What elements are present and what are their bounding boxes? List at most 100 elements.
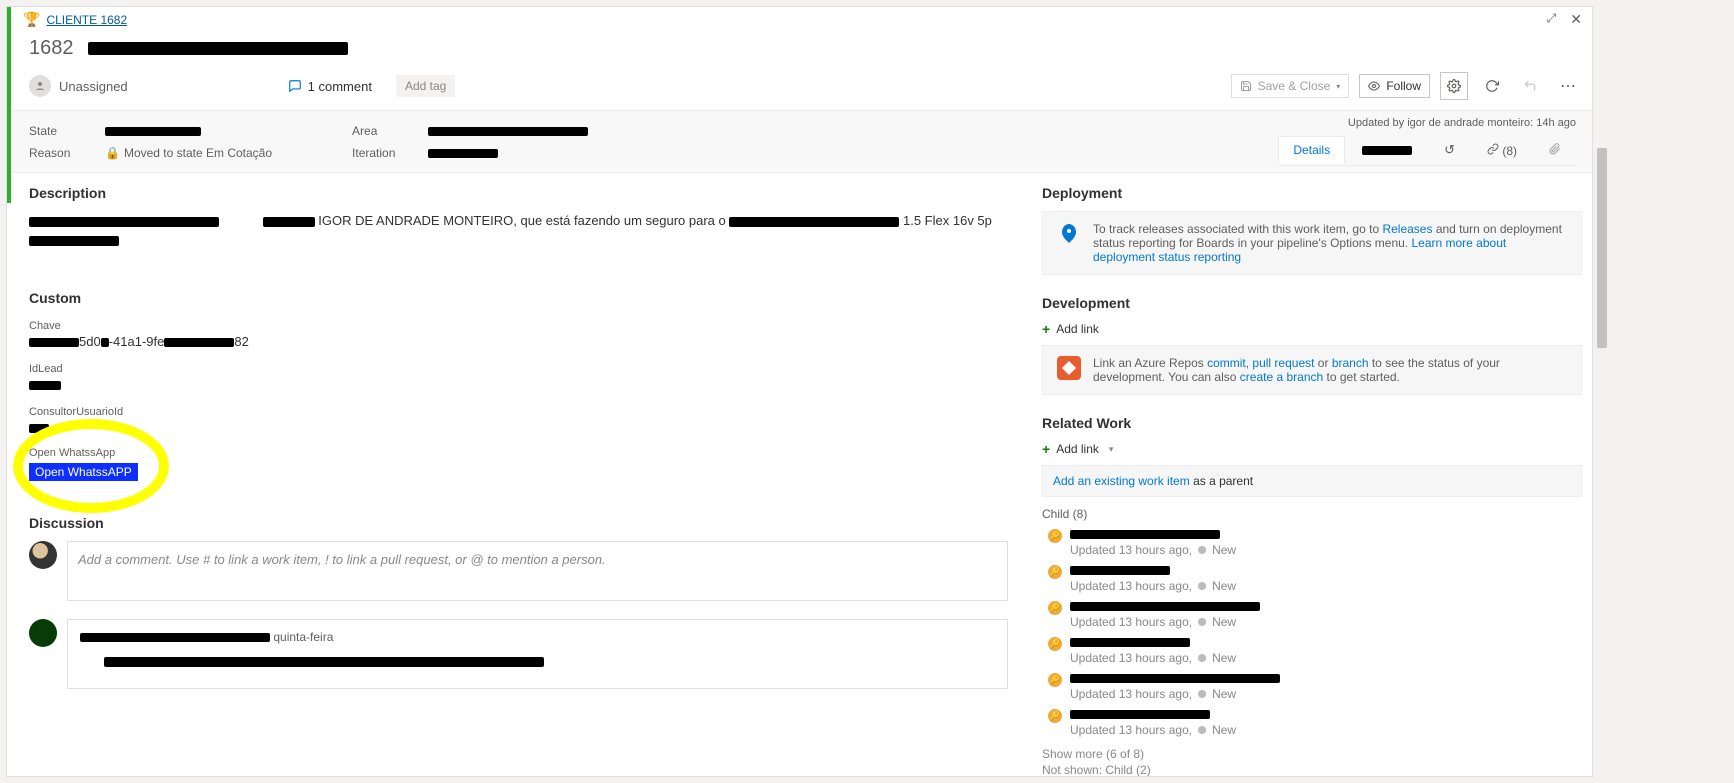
discussion-entry: quinta-feira: [29, 619, 1008, 689]
title-row: 1682: [7, 31, 1592, 68]
comment-timestamp: quinta-feira: [273, 630, 333, 644]
revert-button[interactable]: [1516, 72, 1544, 100]
child-subtitle: Updated 13 hours ago, New: [1070, 687, 1280, 701]
dev-text-3: to get started.: [1323, 370, 1400, 384]
comments-count: 1 comment: [308, 79, 372, 94]
development-heading: Development: [1042, 295, 1582, 311]
header-meta-row: Unassigned 1 comment Add tag Save & Clos…: [7, 68, 1592, 110]
main-column: Description IGOR DE ANDRADE MONTEIRO, qu…: [7, 173, 1032, 776]
comment-icon: [288, 79, 302, 93]
tab-attachments[interactable]: [1534, 136, 1576, 165]
development-panel: Link an Azure Repos commit, pull request…: [1042, 345, 1582, 395]
area-label: Area: [352, 124, 404, 138]
save-close-label: Save & Close: [1258, 79, 1331, 93]
deployment-text-1: To track releases associated with this w…: [1093, 222, 1382, 236]
child-subtitle: Updated 13 hours ago, New: [1070, 543, 1236, 557]
idlead-value[interactable]: [29, 377, 1008, 392]
more-actions-button[interactable]: ⋯: [1554, 72, 1582, 100]
state-label: State: [29, 124, 81, 138]
iteration-label: Iteration: [352, 146, 404, 160]
commit-link[interactable]: commit: [1207, 356, 1246, 370]
description-fragment-1: IGOR DE ANDRADE MONTEIRO, que está fazen…: [318, 213, 726, 228]
state-field[interactable]: State: [29, 124, 272, 138]
consultor-label: ConsultorUsuarioId: [29, 406, 1008, 418]
child-title[interactable]: [1070, 635, 1236, 649]
related-add-link[interactable]: + Add link ▾: [1042, 441, 1582, 457]
child-item[interactable]: 🔑 Updated 13 hours ago, New: [1042, 635, 1582, 665]
discussion-new-comment: Add a comment. Use # to link a work item…: [29, 541, 1008, 601]
reason-value: 🔒Moved to state Em Cotação: [105, 146, 272, 160]
show-more-link[interactable]: Show more (6 of 8): [1042, 747, 1582, 761]
child-subtitle: Updated 13 hours ago, New: [1070, 651, 1236, 665]
area-field[interactable]: Area: [352, 124, 588, 138]
area-value: [428, 124, 588, 138]
branch-link[interactable]: branch: [1332, 356, 1369, 370]
key-icon: 🔑: [1048, 601, 1062, 615]
tab-links[interactable]: (8): [1472, 136, 1532, 165]
chevron-down-icon: ▾: [1109, 444, 1114, 455]
iteration-field[interactable]: Iteration: [352, 146, 588, 160]
tab-details[interactable]: Details: [1278, 136, 1345, 164]
child-item[interactable]: 🔑Updated 13 hours ago, New: [1042, 527, 1582, 557]
child-item[interactable]: 🔑Updated 13 hours ago, New: [1042, 671, 1582, 701]
releases-link[interactable]: Releases: [1382, 222, 1432, 236]
refresh-button[interactable]: [1478, 72, 1506, 100]
scrollbar[interactable]: [1595, 148, 1609, 777]
child-item[interactable]: 🔑Updated 13 hours ago, New: [1042, 599, 1582, 629]
key-icon: 🔑: [1048, 637, 1062, 651]
addlink-label: Add link: [1056, 442, 1099, 456]
tab-history[interactable]: ↺: [1429, 135, 1470, 165]
comment-input[interactable]: Add a comment. Use # to link a work item…: [67, 541, 1008, 601]
child-title[interactable]: [1070, 563, 1236, 577]
openwa-label: Open WhatssApp: [29, 447, 169, 459]
comments-link[interactable]: 1 comment: [288, 79, 372, 94]
deployment-panel: To track releases associated with this w…: [1042, 211, 1582, 275]
add-existing-parent-link[interactable]: Add an existing work item: [1053, 474, 1190, 488]
chevron-down-icon: ▾: [1336, 82, 1340, 91]
child-item[interactable]: 🔑Updated 13 hours ago, New: [1042, 707, 1582, 737]
consultor-value[interactable]: [29, 420, 1008, 435]
add-tag-button[interactable]: Add tag: [396, 75, 455, 97]
child-title[interactable]: [1070, 707, 1236, 721]
breadcrumb-link[interactable]: CLIENTE 1682: [46, 13, 127, 27]
classification-bar: State Reason 🔒Moved to state Em Cotação …: [7, 110, 1592, 173]
pull-request-link[interactable]: pull request: [1252, 356, 1314, 370]
follow-button[interactable]: Follow: [1359, 74, 1430, 98]
child-item[interactable]: 🔑Updated 13 hours ago, New: [1042, 563, 1582, 593]
open-whatsapp-button[interactable]: Open WhatssAPP: [29, 463, 138, 481]
child-title[interactable]: [1070, 599, 1260, 613]
attachment-icon: [1549, 143, 1561, 155]
breadcrumb: 🏆 CLIENTE 1682: [23, 11, 127, 28]
work-item-id: 1682: [29, 37, 74, 60]
child-title[interactable]: [1070, 527, 1236, 541]
description-content[interactable]: IGOR DE ANDRADE MONTEIRO, que está fazen…: [29, 211, 1008, 250]
assignee-picker[interactable]: Unassigned: [29, 75, 128, 97]
discussion-heading: Discussion: [29, 515, 1008, 531]
dev-text-1: Link an Azure Repos: [1093, 356, 1207, 370]
open-whatsapp-highlight: Open WhatssApp Open WhatssAPP: [29, 435, 169, 491]
state-dot-icon: [1198, 654, 1206, 662]
git-icon: [1057, 356, 1081, 380]
assignee-label: Unassigned: [59, 79, 128, 94]
dialog-body: Description IGOR DE ANDRADE MONTEIRO, qu…: [7, 173, 1592, 776]
scrollbar-thumb[interactable]: [1597, 148, 1607, 348]
refresh-icon: [1485, 79, 1499, 93]
tab-second[interactable]: [1347, 136, 1427, 164]
person-icon: [29, 75, 51, 97]
state-dot-icon: [1198, 582, 1206, 590]
save-close-button[interactable]: Save & Close ▾: [1231, 74, 1350, 98]
child-group-header: Child (8): [1042, 507, 1582, 521]
child-title[interactable]: [1070, 671, 1280, 685]
customize-button[interactable]: [1440, 72, 1468, 100]
state-dot-icon: [1198, 546, 1206, 554]
eye-icon: [1368, 80, 1380, 92]
development-add-link[interactable]: + Add link: [1042, 321, 1582, 337]
maximize-icon[interactable]: ⤢: [1547, 11, 1557, 28]
work-item-title[interactable]: [88, 37, 348, 60]
create-branch-link[interactable]: create a branch: [1240, 370, 1323, 384]
close-icon[interactable]: ✕: [1570, 11, 1582, 28]
addlink-label: Add link: [1056, 322, 1099, 336]
child-list: 🔑 Updated 13 hours ago, New 🔑 Updated 13 ho…: [1042, 527, 1582, 737]
reason-field[interactable]: Reason 🔒Moved to state Em Cotação: [29, 146, 272, 160]
chave-value[interactable]: 5d0-41a1-9fe82: [29, 334, 1008, 349]
